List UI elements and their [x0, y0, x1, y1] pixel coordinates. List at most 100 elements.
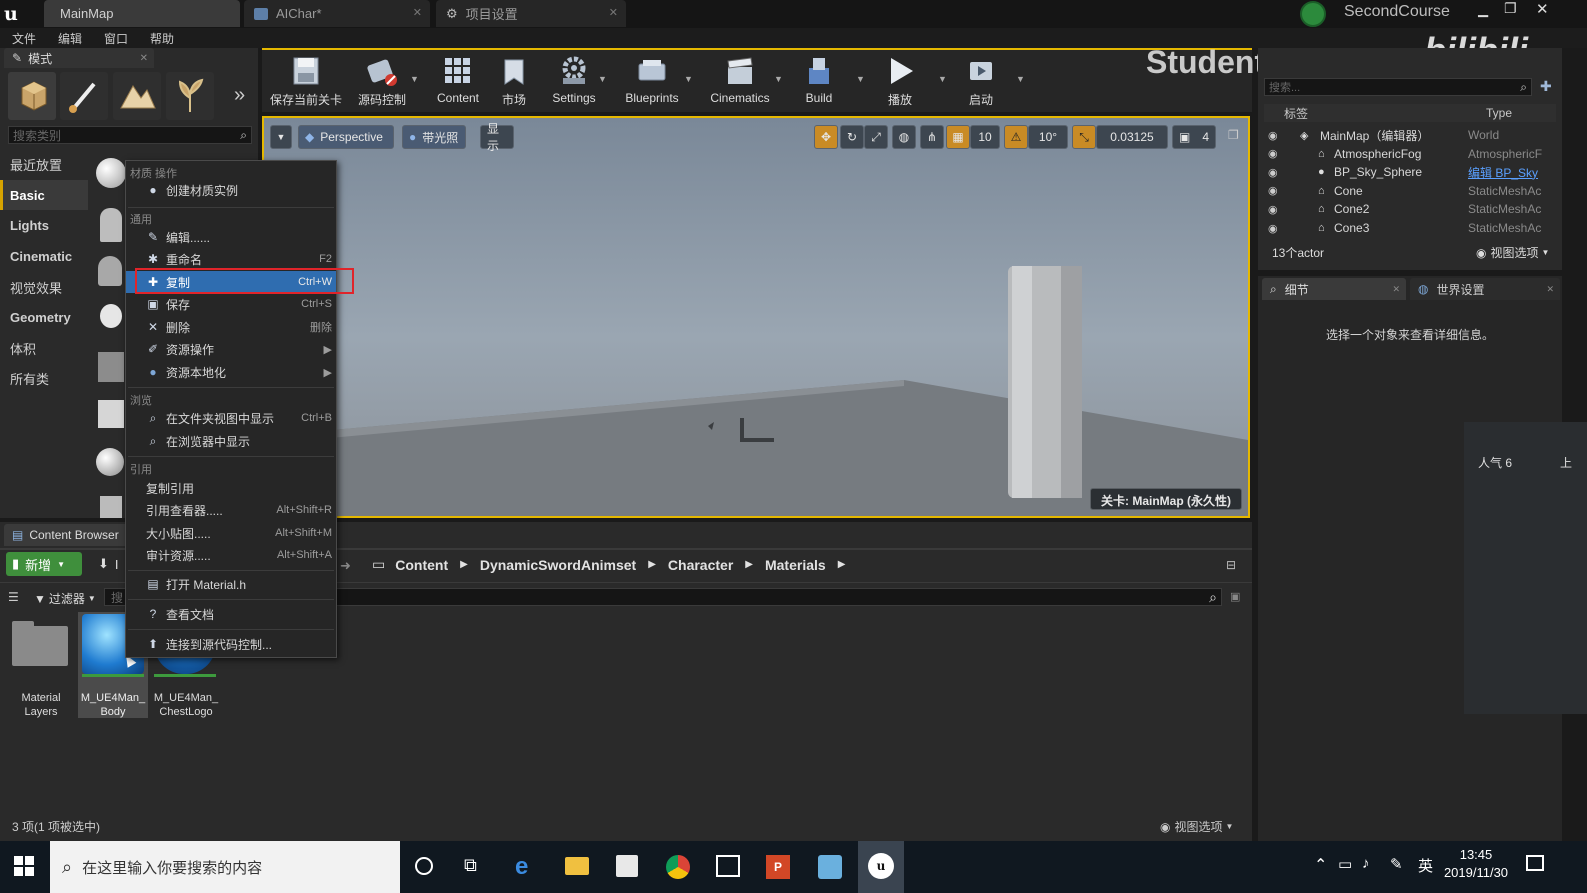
clock-date[interactable]: 2019/11/30: [1436, 865, 1516, 880]
outliner-row[interactable]: ◉ ● BP_Sky_Sphere 编辑 BP_Sky: [1264, 163, 1556, 181]
cortana-icon[interactable]: [415, 857, 433, 875]
category-all-classes[interactable]: 所有类: [0, 363, 88, 393]
breadcrumb-character[interactable]: Character: [668, 557, 733, 573]
mode-paint-button[interactable]: [60, 72, 108, 120]
chevron-right-icon[interactable]: ▶: [648, 559, 656, 570]
visibility-eye-icon[interactable]: ◉: [1268, 184, 1278, 197]
menu-item-view-docs[interactable]: ? 查看文档: [126, 603, 336, 625]
placeable-item-pawn-icon[interactable]: [100, 208, 122, 242]
network-icon[interactable]: ▭: [1338, 855, 1352, 873]
category-recent[interactable]: 最近放置: [0, 149, 88, 179]
unreal-taskbar-icon[interactable]: u: [858, 841, 904, 893]
chevron-right-icon[interactable]: ▶: [838, 559, 846, 570]
placeable-item-light-icon[interactable]: [100, 304, 122, 328]
menu-item-asset-localization[interactable]: ● 资源本地化 ▶: [126, 361, 336, 383]
outliner-row-type[interactable]: 编辑 BP_Sky: [1468, 164, 1554, 181]
outliner-row[interactable]: ◉ ⌂ AtmosphericFog AtmosphericF: [1264, 145, 1556, 163]
menu-help[interactable]: 帮助: [150, 30, 174, 47]
mode-place-button[interactable]: [8, 72, 56, 120]
save-search-icon[interactable]: ▣: [1230, 590, 1240, 603]
column-label-header[interactable]: 标签: [1284, 105, 1308, 122]
file-explorer-icon[interactable]: [565, 857, 589, 875]
blueprints-button[interactable]: Blueprints: [618, 52, 686, 112]
category-lights[interactable]: Lights: [0, 210, 88, 240]
chevron-down-icon[interactable]: ▼: [684, 74, 693, 84]
pen-icon[interactable]: ✎: [1390, 855, 1403, 873]
menu-item-delete[interactable]: ✕ 删除 删除: [126, 316, 336, 338]
menu-item-rename[interactable]: ✱ 重命名 F2: [126, 248, 336, 270]
outliner-view-options-button[interactable]: ◉ 视图选项 ▼: [1476, 244, 1549, 261]
maximize-button[interactable]: ❐: [1504, 0, 1520, 16]
category-basic[interactable]: Basic: [0, 180, 88, 210]
rotation-snap-value[interactable]: 10°: [1028, 125, 1068, 149]
surface-snap-icon[interactable]: ⋔: [920, 125, 944, 149]
menu-item-size-map[interactable]: 大小贴图..... Alt+Shift+M: [126, 522, 336, 544]
close-icon[interactable]: ✕: [1546, 284, 1554, 295]
outliner-row[interactable]: ◉ ⌂ Cone StaticMeshAc: [1264, 182, 1556, 200]
store-icon[interactable]: [616, 855, 638, 877]
placeable-item-sphere-icon[interactable]: [96, 448, 124, 476]
tab-project-settings[interactable]: ⚙ 项目设置 ✕: [436, 0, 626, 27]
category-volumes[interactable]: 体积: [0, 333, 88, 363]
grid-snap-value[interactable]: 10: [970, 125, 1000, 149]
chevron-down-icon[interactable]: ▼: [598, 74, 607, 84]
visibility-eye-icon[interactable]: ◉: [1268, 166, 1278, 179]
close-icon[interactable]: ✕: [1392, 284, 1400, 295]
menu-item-asset-actions[interactable]: ✐ 资源操作 ▶: [126, 338, 336, 360]
import-button[interactable]: ⬇ I: [98, 556, 119, 572]
chevron-right-icon[interactable]: ▶: [745, 559, 753, 570]
play-button[interactable]: 播放: [874, 52, 926, 112]
marketplace-button[interactable]: 市场: [490, 52, 538, 112]
lock-icon[interactable]: ⊟: [1226, 558, 1236, 572]
source-control-status-icon[interactable]: [1300, 1, 1326, 27]
forward-icon[interactable]: ➜: [340, 558, 351, 574]
launch-button[interactable]: 启动: [954, 52, 1008, 112]
tab-aichar[interactable]: AIChar* ✕: [244, 0, 430, 27]
chevron-down-icon[interactable]: ▼: [1016, 74, 1025, 84]
breadcrumb-materials[interactable]: Materials: [765, 557, 826, 573]
breadcrumb-content[interactable]: Content: [395, 557, 448, 573]
scale-snap-value[interactable]: 0.03125: [1096, 125, 1168, 149]
tab-details[interactable]: ⌕ 细节 ✕: [1262, 278, 1406, 300]
scale-tool-button[interactable]: ⤢: [864, 125, 888, 149]
notification-center-icon[interactable]: [1526, 855, 1544, 871]
chrome-icon[interactable]: [666, 855, 690, 879]
visibility-eye-icon[interactable]: ◉: [1268, 147, 1278, 160]
show-hidden-icons-icon[interactable]: ⌃: [1314, 855, 1327, 875]
chevron-down-icon[interactable]: ▼: [856, 74, 865, 84]
settings-button[interactable]: Settings: [544, 52, 604, 112]
menu-file[interactable]: 文件: [12, 30, 36, 47]
rotation-snap-button[interactable]: ⚠: [1004, 125, 1028, 149]
app-icon[interactable]: [818, 855, 842, 879]
volume-icon[interactable]: ♪: [1362, 855, 1370, 872]
build-button[interactable]: Build: [794, 52, 844, 112]
category-geometry[interactable]: Geometry: [0, 302, 88, 332]
category-cinematic[interactable]: Cinematic: [0, 241, 88, 271]
add-new-button[interactable]: ▮ 新增 ▼: [6, 552, 82, 576]
menu-item-reference-viewer[interactable]: 引用查看器..... Alt+Shift+R: [126, 499, 336, 521]
scale-snap-button[interactable]: ⤡: [1072, 125, 1096, 149]
menu-item-audit-assets[interactable]: 审计资源..... Alt+Shift+A: [126, 544, 336, 566]
menu-edit[interactable]: 编辑: [58, 30, 82, 47]
placeable-item-character-icon[interactable]: [98, 256, 122, 286]
placeable-item-player-start-icon[interactable]: [98, 352, 124, 382]
content-view-options-button[interactable]: ◉ 视图选项 ▼: [1160, 818, 1233, 835]
visibility-eye-icon[interactable]: ◉: [1268, 203, 1278, 216]
chevron-down-icon[interactable]: ▼: [774, 74, 783, 84]
ime-indicator[interactable]: 英: [1418, 855, 1433, 876]
clock-time[interactable]: 13:45: [1448, 847, 1504, 862]
close-window-button[interactable]: ✕: [1536, 0, 1552, 18]
tab-world-settings[interactable]: ◍ 世界设置 ✕: [1410, 278, 1560, 300]
chevron-down-icon[interactable]: ▼: [938, 74, 947, 84]
mode-foliage-button[interactable]: [166, 72, 214, 120]
menu-item-create-material-instance[interactable]: ● 创建材质实例: [126, 179, 336, 201]
modes-tab[interactable]: ✎ 模式 ✕: [4, 48, 154, 68]
menu-item-copy-reference[interactable]: 复制引用: [126, 477, 336, 499]
level-viewport[interactable]: ▼ ◆ Perspective ● 带光照 显示 ✥ ↻ ⤢ ◍ ⋔ ▦ 10 …: [262, 116, 1250, 518]
rotate-tool-button[interactable]: ↻: [840, 125, 864, 149]
mode-landscape-button[interactable]: [113, 72, 161, 120]
perspective-button[interactable]: ◆ Perspective: [298, 125, 394, 149]
content-button[interactable]: Content: [430, 52, 486, 112]
show-button[interactable]: 显示: [480, 122, 514, 153]
cinematics-button[interactable]: Cinematics: [704, 52, 776, 112]
